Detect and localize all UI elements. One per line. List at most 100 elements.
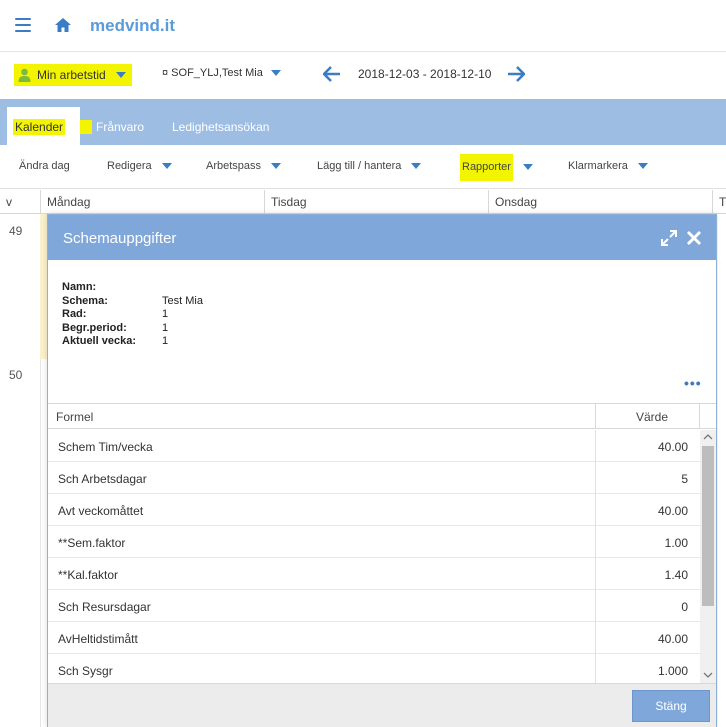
table-row[interactable]: **Sem.faktor 1.00 bbox=[48, 526, 700, 558]
info-key: Namn: bbox=[62, 281, 97, 293]
info-row: Schema: Test Mia bbox=[62, 295, 203, 309]
day-label: Måndag bbox=[47, 195, 91, 209]
stang-button[interactable]: Stäng bbox=[632, 690, 710, 722]
tool-label: Ändra dag bbox=[19, 160, 70, 172]
info-key: Begr.period: bbox=[62, 321, 127, 334]
varde-cell: 1.000 bbox=[595, 654, 700, 684]
formel-cell: **Sem.faktor bbox=[58, 536, 126, 550]
table-scrollbar[interactable] bbox=[700, 430, 716, 684]
calendar-header: v Måndag Tisdag Onsdag T bbox=[0, 190, 726, 214]
tab-kalender[interactable]: Kalender bbox=[7, 107, 80, 145]
formel-cell: Schem Tim/vecka bbox=[58, 440, 153, 454]
schedule-select-label: ¤ SOF_YLJ,Test Mia bbox=[162, 67, 263, 79]
chevron-down-icon bbox=[411, 163, 422, 169]
info-row: Rad: 1 bbox=[62, 308, 203, 322]
user-select-label: Min arbetstid bbox=[37, 68, 106, 82]
table-body: Schem Tim/vecka 40.00 Sch Arbetsdagar 5 … bbox=[48, 430, 700, 684]
table-row[interactable]: Sch Arbetsdagar 5 bbox=[48, 462, 700, 494]
andra-dag-button[interactable]: Ändra dag bbox=[19, 160, 70, 172]
table-row[interactable]: **Kal.faktor 1.40 bbox=[48, 558, 700, 590]
info-row: Aktuell vecka: 1 bbox=[62, 335, 203, 349]
context-bar: Min arbetstid ¤ SOF_YLJ,Test Mia 2018-12… bbox=[0, 52, 726, 98]
formel-cell: Sch Arbetsdagar bbox=[58, 472, 147, 486]
week-highlight-strip bbox=[40, 214, 47, 359]
date-range: 2018-12-03 - 2018-12-10 bbox=[358, 67, 492, 81]
tool-label: Lägg till / hantera bbox=[317, 160, 402, 172]
formel-cell: Sch Sysgr bbox=[58, 664, 113, 678]
info-value: 1 bbox=[162, 308, 169, 321]
schemauppgifter-dialog: Schemauppgifter Namn: Schema: Test Mia R… bbox=[47, 214, 717, 727]
table-row[interactable]: Schem Tim/vecka 40.00 bbox=[48, 430, 700, 462]
arbetspass-menu[interactable]: Arbetspass bbox=[206, 160, 282, 172]
tool-label: Redigera bbox=[107, 160, 152, 172]
chevron-down-icon bbox=[161, 163, 172, 169]
close-icon[interactable] bbox=[686, 230, 702, 246]
day-header-tuesday[interactable]: Tisdag bbox=[264, 190, 488, 214]
klarmarkera-menu[interactable]: Klarmarkera bbox=[568, 160, 648, 172]
chevron-down-icon[interactable] bbox=[703, 670, 713, 680]
formel-cell: Avt veckomåttet bbox=[58, 504, 144, 518]
arrow-left-icon[interactable] bbox=[323, 66, 341, 82]
day-header-wednesday[interactable]: Onsdag bbox=[488, 190, 712, 214]
info-row: Namn: bbox=[62, 281, 203, 295]
scrollbar-thumb[interactable] bbox=[702, 446, 714, 606]
info-value: Test Mia bbox=[162, 294, 203, 307]
redigera-menu[interactable]: Redigera bbox=[107, 160, 172, 172]
day-label: Onsdag bbox=[495, 195, 538, 209]
day-label: Tisdag bbox=[271, 195, 307, 209]
formel-cell: Sch Resursdagar bbox=[58, 600, 151, 614]
dialog-header: Schemauppgifter bbox=[48, 215, 716, 260]
column-header-varde-cell[interactable]: Värde bbox=[595, 404, 700, 429]
tool-label: Rapporter bbox=[460, 153, 513, 181]
chevron-down-icon bbox=[115, 72, 126, 78]
chevron-down-icon bbox=[637, 163, 648, 169]
calendar-edge bbox=[718, 214, 726, 727]
top-header: medvind.it bbox=[0, 0, 726, 52]
formula-table: Formel Värde Schem Tim/vecka 40.00 Sch A… bbox=[48, 403, 716, 684]
table-row[interactable]: Avt veckomåttet 40.00 bbox=[48, 494, 700, 526]
home-icon[interactable] bbox=[54, 17, 72, 33]
dialog-title: Schemauppgifter bbox=[63, 230, 177, 247]
schedule-select[interactable]: ¤ SOF_YLJ,Test Mia bbox=[162, 67, 281, 79]
table-row[interactable]: AvHeltidstimått 40.00 bbox=[48, 622, 700, 654]
info-key: Aktuell vecka: bbox=[62, 335, 136, 348]
arrow-right-icon[interactable] bbox=[507, 66, 525, 82]
week-number: 49 bbox=[9, 224, 23, 238]
table-row[interactable]: Sch Sysgr 1.000 bbox=[48, 654, 700, 684]
brand-logo[interactable]: medvind.it bbox=[90, 16, 175, 36]
varde-cell: 5 bbox=[595, 462, 700, 494]
formel-cell: AvHeltidstimått bbox=[58, 632, 138, 646]
tab-ledighetsansokan[interactable]: Ledighetsansökan bbox=[172, 107, 269, 145]
info-key: Rad: bbox=[62, 308, 87, 321]
table-row[interactable]: Sch Resursdagar 0 bbox=[48, 590, 700, 622]
day-header-thursday[interactable]: T bbox=[712, 190, 726, 214]
day-header-monday[interactable]: Måndag bbox=[40, 190, 264, 214]
formel-cell: **Kal.faktor bbox=[58, 568, 119, 582]
schedule-info: Namn: Schema: Test Mia Rad: 1 Begr.perio… bbox=[62, 281, 203, 349]
hamburger-menu-icon[interactable] bbox=[15, 18, 31, 32]
tab-bar: Kalender Frånvaro Ledighetsansökan bbox=[0, 99, 726, 145]
varde-cell: 40.00 bbox=[595, 430, 700, 462]
user-select[interactable]: Min arbetstid bbox=[14, 64, 132, 86]
tab-label: Kalender bbox=[13, 119, 66, 135]
column-header-formel[interactable]: Formel bbox=[56, 410, 93, 424]
varde-cell: 1.00 bbox=[595, 526, 700, 558]
info-row: Begr.period: 1 bbox=[62, 322, 203, 336]
chevron-down-icon bbox=[270, 70, 281, 76]
tab-franvaro[interactable]: Frånvaro bbox=[96, 107, 144, 145]
action-toolbar: Ändra dag Redigera Arbetspass Lägg till … bbox=[0, 145, 726, 189]
week-column-header: v bbox=[0, 190, 40, 214]
table-header: Formel Värde bbox=[48, 404, 716, 429]
tab-label: Frånvaro bbox=[96, 120, 145, 134]
tool-label: Klarmarkera bbox=[568, 160, 628, 172]
tab-label: Ledighetsansökan bbox=[172, 120, 270, 134]
expand-icon[interactable] bbox=[661, 230, 677, 246]
varde-cell: 0 bbox=[595, 590, 700, 622]
more-options-icon[interactable]: ••• bbox=[684, 375, 702, 391]
varde-cell: 40.00 bbox=[595, 494, 700, 526]
dialog-footer: Stäng bbox=[48, 683, 716, 727]
info-value: 1 bbox=[162, 321, 169, 334]
chevron-up-icon[interactable] bbox=[703, 432, 713, 442]
lagg-till-hantera-menu[interactable]: Lägg till / hantera bbox=[317, 160, 422, 172]
rapporter-menu[interactable]: Rapporter bbox=[460, 153, 533, 181]
